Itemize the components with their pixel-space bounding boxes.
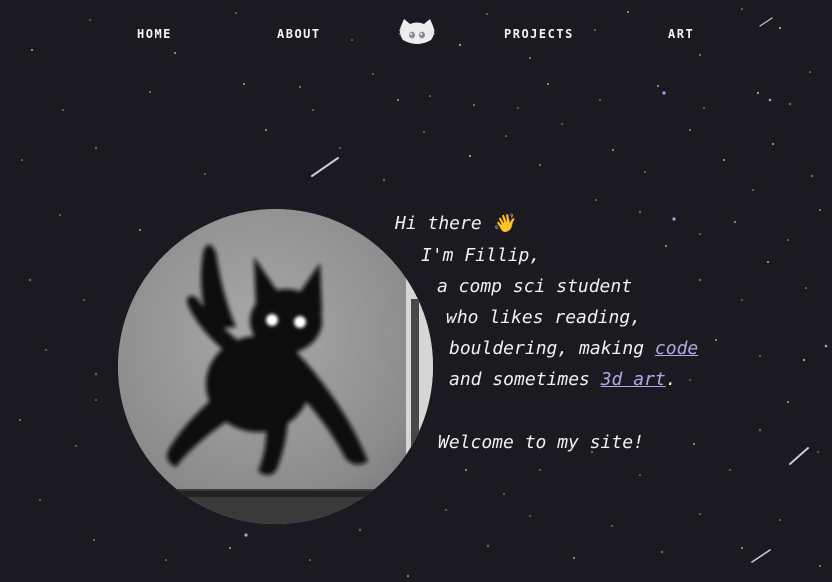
waving-hand-icon: 👋 [492, 213, 515, 234]
3d-art-link[interactable]: 3d art [601, 369, 666, 390]
welcome-line: Welcome to my site! [438, 432, 644, 453]
sometimes-line: and sometimes 3d art. [449, 369, 677, 391]
sometimes-text: and sometimes [449, 369, 601, 390]
name-line: I'm Fillip, [421, 245, 541, 266]
period-text: . [665, 369, 677, 390]
bouldering-line: bouldering, making code [449, 338, 698, 360]
intro-text: Hi there 👋 I'm Fillip, a comp sci studen… [0, 0, 832, 582]
page: HOME ABOUT PROJECTS ART Hi there 👋 I'm F… [0, 0, 832, 582]
student-line: a comp sci student [437, 276, 633, 297]
code-link[interactable]: code [655, 338, 698, 359]
greeting-line: Hi there 👋 [395, 213, 515, 235]
bouldering-text: bouldering, making [449, 338, 655, 359]
likes-line: who likes reading, [446, 307, 642, 328]
greeting-text: Hi there [395, 213, 482, 234]
